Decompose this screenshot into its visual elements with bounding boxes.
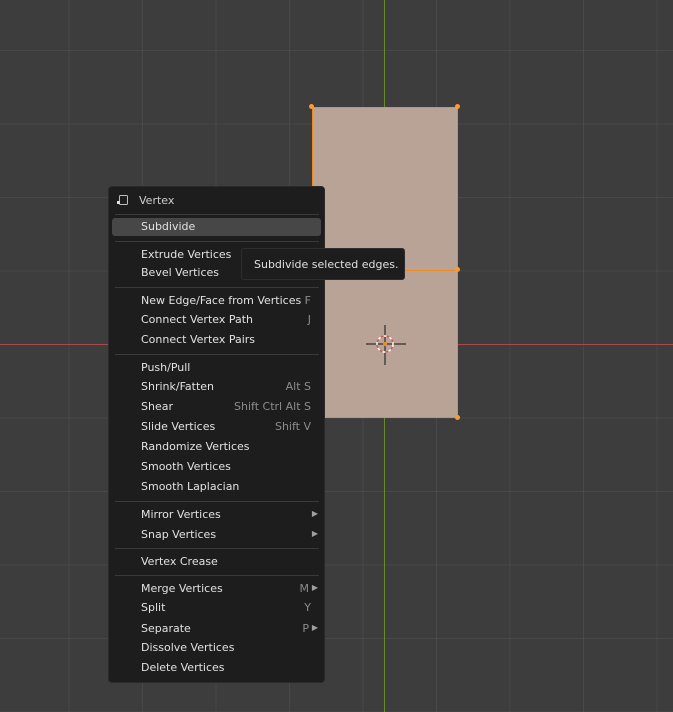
menu-item-label: Smooth Vertices <box>141 460 231 473</box>
menu-item-smooth-laplacian[interactable]: Smooth Laplacian <box>112 478 321 496</box>
tooltip-text: Subdivide selected edges. <box>254 258 399 271</box>
menu-header: Vertex <box>109 193 324 209</box>
menu-item-separate[interactable]: Separate P ▶ <box>112 620 321 638</box>
menu-item-subdivide[interactable]: Subdivide <box>112 218 321 236</box>
menu-item-label: Shear <box>141 400 173 413</box>
menu-item-push-pull[interactable]: Push/Pull <box>112 359 321 377</box>
mesh-vertex[interactable] <box>455 415 460 420</box>
menu-item-dissolve-vertices[interactable]: Dissolve Vertices <box>112 639 321 657</box>
3d-cursor-icon <box>366 325 406 365</box>
menu-item-label: Mirror Vertices <box>141 508 221 521</box>
menu-item-label: Merge Vertices <box>141 582 223 595</box>
menu-item-smooth-vertices[interactable]: Smooth Vertices <box>112 458 321 476</box>
menu-item-delete-vertices[interactable]: Delete Vertices <box>112 659 321 677</box>
menu-separator <box>115 354 319 355</box>
menu-item-label: Smooth Laplacian <box>141 480 240 493</box>
tooltip: Subdivide selected edges. <box>241 248 405 280</box>
menu-item-label: New Edge/Face from Vertices <box>141 294 302 307</box>
menu-separator <box>115 214 319 215</box>
menu-item-label: Shrink/Fatten <box>141 380 215 393</box>
mesh-vertex[interactable] <box>309 104 314 109</box>
menu-item-label: Split <box>141 601 166 614</box>
3d-viewport[interactable] <box>0 0 673 712</box>
menu-item-mirror-vertices[interactable]: Mirror Vertices ▶ <box>112 506 321 524</box>
menu-item-connect-vertex-path[interactable]: Connect Vertex Path J <box>112 311 321 329</box>
menu-item-label: Delete Vertices <box>141 661 225 674</box>
menu-separator <box>115 241 319 242</box>
menu-item-shrink-fatten[interactable]: Shrink/Fatten Alt S <box>112 378 321 396</box>
submenu-arrow-icon: ▶ <box>311 623 318 632</box>
menu-item-connect-vertex-pairs[interactable]: Connect Vertex Pairs <box>112 331 321 349</box>
menu-item-shortcut: Y <box>304 601 311 614</box>
menu-item-merge-vertices[interactable]: Merge Vertices M ▶ <box>112 580 321 598</box>
menu-item-label: Slide Vertices <box>141 420 216 433</box>
menu-item-label: Bevel Vertices <box>141 266 220 279</box>
menu-separator <box>115 575 319 576</box>
menu-item-shortcut: Shift V <box>274 420 311 433</box>
menu-separator <box>115 501 319 502</box>
mesh-vertex-icon <box>117 195 128 205</box>
menu-title: Vertex <box>139 194 175 207</box>
menu-item-split[interactable]: Split Y <box>112 599 321 617</box>
menu-item-label: Separate <box>141 622 191 635</box>
menu-item-vertex-crease[interactable]: Vertex Crease <box>112 553 321 571</box>
submenu-arrow-icon: ▶ <box>311 529 318 538</box>
menu-separator <box>115 548 319 549</box>
menu-separator <box>115 287 319 288</box>
menu-item-label: Randomize Vertices <box>141 440 250 453</box>
menu-item-label: Snap Vertices <box>141 528 217 541</box>
mesh-vertex[interactable] <box>455 104 460 109</box>
menu-item-shortcut: Alt S <box>285 380 311 393</box>
menu-item-shortcut: P <box>302 622 309 635</box>
menu-item-randomize-vertices[interactable]: Randomize Vertices <box>112 438 321 456</box>
menu-item-label: Dissolve Vertices <box>141 641 235 654</box>
menu-item-label: Push/Pull <box>141 361 191 374</box>
menu-item-label: Connect Vertex Pairs <box>141 333 256 346</box>
submenu-arrow-icon: ▶ <box>311 583 318 592</box>
menu-item-label: Extrude Vertices <box>141 248 232 261</box>
submenu-arrow-icon: ▶ <box>311 509 318 518</box>
menu-item-shortcut: Shift Ctrl Alt S <box>234 400 311 413</box>
menu-item-shear[interactable]: Shear Shift Ctrl Alt S <box>112 398 321 416</box>
menu-item-slide-vertices[interactable]: Slide Vertices Shift V <box>112 418 321 436</box>
menu-item-snap-vertices[interactable]: Snap Vertices ▶ <box>112 526 321 544</box>
menu-item-label: Vertex Crease <box>141 555 218 568</box>
menu-item-label: Connect Vertex Path <box>141 313 253 326</box>
menu-item-shortcut: M <box>299 582 310 595</box>
mesh-vertex[interactable] <box>455 267 460 272</box>
menu-item-shortcut: J <box>307 313 311 326</box>
menu-item-shortcut: F <box>304 294 311 307</box>
menu-item-label: Subdivide <box>141 220 196 233</box>
menu-item-new-edge-face-from-vertices[interactable]: New Edge/Face from Vertices F <box>112 292 321 310</box>
